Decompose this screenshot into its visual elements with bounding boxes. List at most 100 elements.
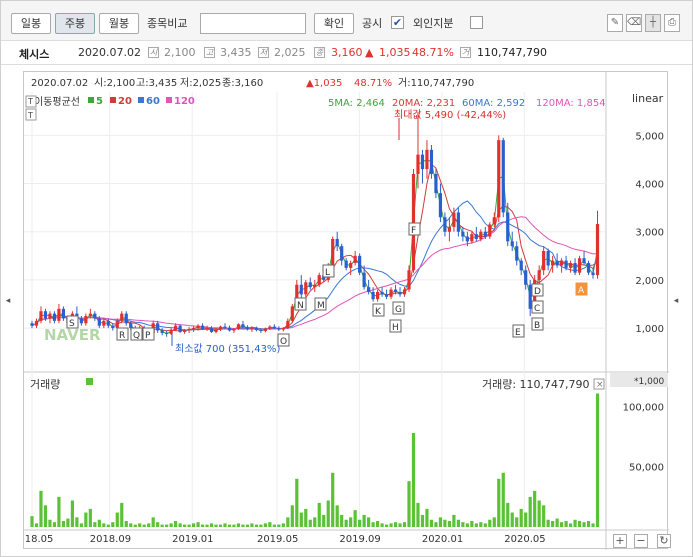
info-line-pct: 48.71% (354, 78, 392, 89)
candle-body (254, 328, 259, 331)
weekly-button[interactable]: 주봉 (55, 13, 95, 34)
marker-L[interactable]: L (322, 264, 335, 278)
candle-body (196, 325, 200, 329)
marker-R[interactable]: R (116, 327, 129, 341)
candle-body (169, 330, 173, 334)
pen-icon[interactable]: ✎ (607, 14, 623, 32)
volume-title: 거래량 (30, 378, 60, 391)
candle-body (102, 320, 106, 326)
volume-bar (470, 520, 474, 527)
candle-body (443, 217, 447, 232)
compare-input[interactable] (200, 13, 306, 34)
scroll-left-icon[interactable]: ◂ (3, 291, 13, 311)
marker-B[interactable]: B (531, 317, 544, 331)
price-chart-svg[interactable]: 1,000 2,000 3,000 4,000 5,000 50,000 100,000 20… (12, 72, 669, 550)
candle-body (407, 270, 411, 290)
y-tick-label: 3,000 (635, 228, 664, 239)
candle-body (299, 284, 303, 295)
ma120-swatch (166, 97, 172, 103)
foreign-share-checkbox[interactable] (470, 16, 483, 29)
min-value-label: 최소값 700 (351,43%) (175, 343, 280, 355)
zoom-in-button[interactable]: + (613, 534, 627, 548)
print-icon[interactable]: ⎙ (664, 14, 680, 32)
candle-body (331, 238, 335, 266)
daily-button[interactable]: 일봉 (11, 13, 51, 34)
chart-area[interactable]: 1,000 2,000 3,000 4,000 5,000 50,000 100,000 20… (12, 71, 669, 550)
volume-bar (286, 517, 290, 527)
volume-bar (254, 524, 259, 527)
volume-bar (218, 524, 223, 527)
marker-D[interactable]: D (531, 283, 544, 297)
toolbar: 일봉 주봉 월봉 종목비교 확인 공시 ✔ 외인지분 ✎ ⌫ ┼ ⎙ (1, 1, 692, 41)
candle-body (479, 231, 483, 239)
candle-body (456, 212, 460, 232)
volume-bar (420, 514, 425, 527)
info-open: 2,100 (164, 46, 196, 59)
volume-icon: 거 (460, 47, 471, 58)
candle-body (178, 325, 182, 332)
volume-bar (66, 518, 70, 527)
candle-body (48, 313, 52, 319)
close-icon: 종 (314, 47, 325, 58)
candle-body (344, 260, 348, 268)
candle-body (182, 330, 187, 332)
marker-P[interactable]: P (142, 327, 155, 341)
marker-E[interactable]: E (512, 324, 525, 338)
candle-body (205, 328, 209, 330)
candle-body (43, 311, 48, 319)
candle-body (515, 246, 519, 261)
candle-body (218, 326, 223, 330)
info-line-low: 저:2,025 (180, 77, 221, 89)
marker-Q[interactable]: Q (130, 327, 143, 341)
volume-bar (263, 523, 267, 527)
candle-body (277, 328, 281, 330)
reset-icon[interactable]: ↻ (657, 534, 671, 548)
volume-bar (272, 524, 276, 527)
volume-bar (326, 500, 330, 527)
svg-text:D: D (534, 287, 541, 297)
candle-body (200, 325, 205, 330)
volume-bar (524, 512, 528, 527)
candle-body (97, 318, 101, 326)
candle-body (160, 330, 164, 333)
zoom-out-button[interactable]: − (634, 534, 648, 548)
marker-M[interactable]: M (314, 297, 327, 311)
candle-body (497, 140, 501, 218)
info-line-change: ▲1,035 (306, 78, 342, 89)
candle-body (236, 324, 241, 330)
volume-bar (384, 524, 389, 527)
marker-N[interactable]: N (294, 297, 307, 311)
volume-bar (501, 472, 505, 527)
volume-bar (160, 524, 164, 527)
marker-H[interactable]: H (389, 319, 402, 333)
crosshair-icon[interactable]: ┼ (645, 14, 661, 32)
volume-bar (515, 517, 519, 527)
marker-G[interactable]: G (392, 301, 405, 315)
svg-text:F: F (411, 226, 416, 236)
marker-A[interactable]: A (575, 282, 588, 296)
marker-F[interactable]: F (408, 222, 421, 236)
svg-text:L: L (325, 268, 330, 278)
volume-bar (375, 520, 380, 527)
volume-bar (93, 522, 97, 527)
confirm-button[interactable]: 확인 (314, 13, 354, 34)
compare-label: 종목비교 (147, 17, 188, 30)
volume-bar (438, 517, 443, 527)
volume-bar (209, 523, 214, 527)
eraser-icon[interactable]: ⌫ (626, 14, 642, 32)
volume-bar (560, 522, 564, 527)
candle-body (429, 149, 434, 174)
notice-checkbox[interactable]: ✔ (391, 16, 404, 29)
candle-body (420, 154, 425, 170)
volume-bar (393, 522, 398, 527)
candle-body (384, 294, 389, 297)
monthly-button[interactable]: 월봉 (99, 13, 139, 34)
scroll-right-icon[interactable]: ◂ (671, 291, 681, 311)
marker-C[interactable]: C (531, 300, 544, 314)
candle-body (209, 328, 214, 332)
candle-body (191, 328, 196, 330)
candle-body (281, 328, 285, 330)
scale-label[interactable]: linear (632, 92, 664, 105)
marker-K[interactable]: K (372, 303, 385, 317)
volume-bar (492, 517, 496, 527)
